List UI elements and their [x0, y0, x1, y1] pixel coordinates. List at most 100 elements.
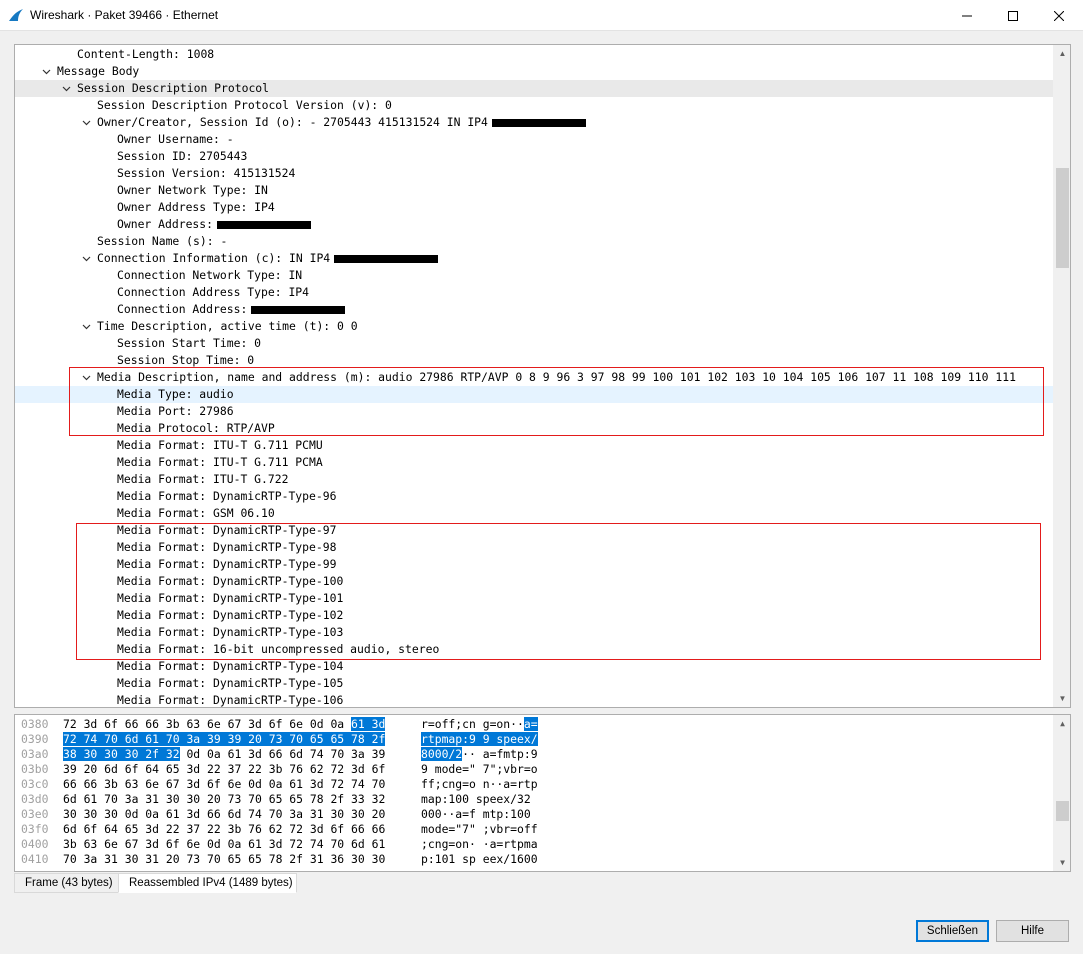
scroll-up-icon[interactable]: ▲	[1054, 715, 1070, 732]
tree-row[interactable]: Media Format: ITU-T G.722	[15, 471, 1054, 488]
hex-row[interactable]: 0380 72 3d 6f 66 66 3b 63 6e 67 3d 6f 6e …	[15, 717, 1054, 732]
scroll-down-icon[interactable]: ▼	[1054, 690, 1070, 707]
hex-bytes-selected: 72 74 70 6d 61 70 3a 39 39 20 73 70 65 6…	[63, 732, 386, 746]
packet-details-tree[interactable]: Content-Length: 1008 Message Body Session …	[14, 44, 1071, 708]
hex-row[interactable]: 03c0 66 66 3b 63 6e 67 3d 6f 6e 0d 0a 61 …	[15, 777, 1054, 792]
chevron-down-icon[interactable]	[60, 80, 72, 97]
tree-row[interactable]: Media Format: DynamicRTP-Type-103	[15, 624, 1054, 641]
chevron-down-icon[interactable]	[40, 63, 52, 80]
hex-ascii-segment: 9 mode=" 7";vbr=o	[421, 762, 538, 776]
tree-row[interactable]: Media Format: DynamicRTP-Type-104	[15, 658, 1054, 675]
hex-offset: 0410	[21, 852, 49, 866]
tree-row-label: Session Stop Time: 0	[117, 353, 255, 367]
tab-frame[interactable]: Frame (43 bytes)	[14, 873, 119, 893]
hex-ascii-segment: 000··a=f mtp:100	[421, 807, 531, 821]
tree-row[interactable]: Owner Network Type: IN	[15, 182, 1054, 199]
hex-row[interactable]: 0390 72 74 70 6d 61 70 3a 39 39 20 73 70 …	[15, 732, 1054, 747]
tree-row[interactable]: Message Body	[15, 63, 1054, 80]
tree-row[interactable]: Media Format: 16-bit uncompressed audio,…	[15, 641, 1054, 658]
tree-row[interactable]: Media Port: 27986	[15, 403, 1054, 420]
tree-row[interactable]: Owner Username: -	[15, 131, 1054, 148]
hex-bytes-segment: 0d 0a 61 3d 66 6d 74 70 3a 39	[179, 747, 386, 761]
tree-row[interactable]: Media Format: DynamicRTP-Type-96	[15, 488, 1054, 505]
tree-row[interactable]: Media Protocol: RTP/AVP	[15, 420, 1054, 437]
hex-row[interactable]: 03a0 38 30 30 30 2f 32 0d 0a 61 3d 66 6d …	[15, 747, 1054, 762]
tree-row[interactable]: Session Stop Time: 0	[15, 352, 1054, 369]
hex-bytes: 38 30 30 30 2f 32 0d 0a 61 3d 66 6d 74 7…	[63, 747, 385, 762]
tree-rows: Content-Length: 1008 Message Body Session …	[15, 45, 1054, 707]
tree-row-label: Session Description Protocol	[77, 81, 270, 95]
tree-row[interactable]: Media Format: DynamicRTP-Type-105	[15, 675, 1054, 692]
chevron-down-icon[interactable]	[80, 250, 92, 267]
tree-row[interactable]: Media Format: DynamicRTP-Type-102	[15, 607, 1054, 624]
hex-row[interactable]: 03f0 6d 6f 64 65 3d 22 37 22 3b 76 62 72 …	[15, 822, 1054, 837]
tree-row[interactable]: Media Format: DynamicRTP-Type-99	[15, 556, 1054, 573]
tree-row[interactable]: Content-Length: 1008	[15, 46, 1054, 63]
tree-row[interactable]: Owner Address:	[15, 216, 1054, 233]
tree-row[interactable]: Media Format: DynamicRTP-Type-101	[15, 590, 1054, 607]
hex-row[interactable]: 03d0 6d 61 70 3a 31 30 30 20 73 70 65 65 …	[15, 792, 1054, 807]
tree-row[interactable]: Media Format: DynamicRTP-Type-98	[15, 539, 1054, 556]
tree-row[interactable]: Session Start Time: 0	[15, 335, 1054, 352]
hex-offset: 0380	[21, 717, 49, 731]
scrollbar-thumb[interactable]	[1056, 801, 1069, 821]
hex-ascii-segment: ff;cng=o n··a=rtp	[421, 777, 538, 791]
hex-row[interactable]: 03e0 30 30 30 0d 0a 61 3d 66 6d 74 70 3a …	[15, 807, 1054, 822]
tree-row[interactable]: Media Format: DynamicRTP-Type-97	[15, 522, 1054, 539]
tree-row[interactable]: Connection Information (c): IN IP4	[15, 250, 1054, 267]
hex-ascii: map:100 speex/32	[421, 792, 531, 807]
chevron-down-icon[interactable]	[80, 369, 92, 386]
tree-row[interactable]: Session Version: 415131524	[15, 165, 1054, 182]
hex-row[interactable]: 0410 70 3a 31 30 31 20 73 70 65 65 78 2f …	[15, 852, 1054, 867]
hex-bytes-segment: 72 3d 6f 66 66 3b 63 6e 67 3d 6f 6e 0d 0…	[63, 717, 352, 731]
maximize-button[interactable]	[990, 0, 1036, 31]
help-button[interactable]: Hilfe	[996, 920, 1069, 942]
chevron-down-icon[interactable]	[80, 114, 92, 131]
hex-ascii-segment: ·· a=fmtp:9	[462, 747, 538, 761]
tree-row[interactable]: Session ID: 2705443	[15, 148, 1054, 165]
tree-row[interactable]: Owner Address Type: IP4	[15, 199, 1054, 216]
tree-vertical-scrollbar[interactable]: ▲ ▼	[1053, 45, 1070, 707]
hex-bytes: 72 74 70 6d 61 70 3a 39 39 20 73 70 65 6…	[63, 732, 386, 747]
hex-vertical-scrollbar[interactable]: ▲ ▼	[1053, 715, 1070, 871]
tree-row[interactable]: Media Format: GSM 06.10	[15, 505, 1054, 522]
tree-row[interactable]: Connection Address Type: IP4	[15, 284, 1054, 301]
scrollbar-thumb[interactable]	[1056, 168, 1069, 268]
tree-row[interactable]: Session Name (s): -	[15, 233, 1054, 250]
hex-offset: 03b0	[21, 762, 49, 776]
tree-row[interactable]: Media Format: ITU-T G.711 PCMA	[15, 454, 1054, 471]
tree-row-label: Media Format: DynamicRTP-Type-102	[117, 608, 344, 622]
tree-row-label: Media Format: DynamicRTP-Type-97	[117, 523, 337, 537]
hex-ascii: 000··a=f mtp:100	[421, 807, 531, 822]
tree-row-label: Owner Username: -	[117, 132, 234, 146]
tree-row[interactable]: Media Format: ITU-T G.711 PCMU	[15, 437, 1054, 454]
tree-row-label: Media Format: ITU-T G.711 PCMA	[117, 455, 323, 469]
tree-row[interactable]: Session Description Protocol	[15, 80, 1054, 97]
hex-row[interactable]: 0400 3b 63 6e 67 3d 6f 6e 0d 0a 61 3d 72 …	[15, 837, 1054, 852]
scroll-up-icon[interactable]: ▲	[1054, 45, 1070, 62]
close-button[interactable]: Schließen	[916, 920, 989, 942]
hex-bytes: 6d 61 70 3a 31 30 30 20 73 70 65 65 78 2…	[63, 792, 385, 807]
scroll-down-icon[interactable]: ▼	[1054, 854, 1070, 871]
hex-ascii: rtpmap:9 9 speex/	[421, 732, 538, 747]
tree-row-label: Owner Network Type: IN	[117, 183, 268, 197]
tab-reassembled-ipv4[interactable]: Reassembled IPv4 (1489 bytes)	[118, 873, 297, 893]
tree-row[interactable]: Owner/Creator, Session Id (o): - 2705443…	[15, 114, 1054, 131]
close-window-button[interactable]	[1036, 0, 1082, 31]
hex-dump-pane[interactable]: 0380 72 3d 6f 66 66 3b 63 6e 67 3d 6f 6e …	[14, 714, 1071, 872]
tree-row[interactable]: Session Description Protocol Version (v)…	[15, 97, 1054, 114]
tree-row-label: Media Format: ITU-T G.711 PCMU	[117, 438, 323, 452]
tree-row[interactable]: Connection Address:	[15, 301, 1054, 318]
tree-row[interactable]: Media Description, name and address (m):…	[15, 369, 1054, 386]
tree-row[interactable]: Media Format: DynamicRTP-Type-100	[15, 573, 1054, 590]
tree-row-label: Media Format: DynamicRTP-Type-98	[117, 540, 337, 554]
hex-bytes: 39 20 6d 6f 64 65 3d 22 37 22 3b 76 62 7…	[63, 762, 385, 777]
tree-row[interactable]: Media Type: audio	[15, 386, 1054, 403]
hex-row[interactable]: 03b0 39 20 6d 6f 64 65 3d 22 37 22 3b 76 …	[15, 762, 1054, 777]
tree-row[interactable]: Time Description, active time (t): 0 0	[15, 318, 1054, 335]
tree-row[interactable]: Media Format: DynamicRTP-Type-106	[15, 692, 1054, 707]
minimize-button[interactable]	[944, 0, 990, 31]
tree-row-label: Media Format: DynamicRTP-Type-101	[117, 591, 344, 605]
tree-row[interactable]: Connection Network Type: IN	[15, 267, 1054, 284]
chevron-down-icon[interactable]	[80, 318, 92, 335]
